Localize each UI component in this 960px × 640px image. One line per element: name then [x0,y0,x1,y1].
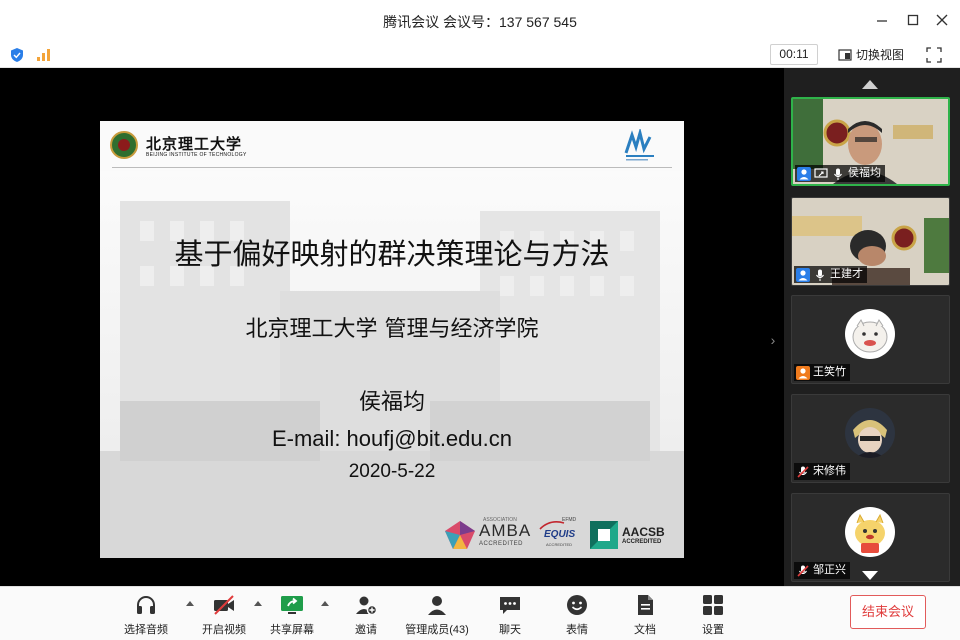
participant-tile[interactable]: 宋修伟 [791,394,950,483]
share-options-caret-icon[interactable] [321,601,329,606]
participant-avatar [845,309,895,359]
bit-logo-english: BEIJING INSTITUTE OF TECHNOLOGY [146,152,247,158]
scroll-down-icon[interactable] [862,571,878,580]
fullscreen-icon[interactable] [926,47,942,63]
end-meeting-button[interactable]: 结束会议 [850,595,926,629]
settings-label: 设置 [702,624,724,636]
shield-icon[interactable] [10,47,24,63]
members-icon [428,596,446,615]
scroll-up-icon[interactable] [862,80,878,89]
documents-label: 文档 [634,624,656,636]
select-audio-button[interactable]: 选择音频 [118,593,174,637]
share-screen-button[interactable]: 共享屏幕 [266,593,318,637]
participants-video-panel: 侯福均 王建才 王笑竹 宋修伟 邹正兴 [784,68,960,586]
user-icon [796,267,810,282]
participant-name: 王建才 [830,268,863,280]
invite-button[interactable]: 邀请 [346,593,386,637]
mic-icon [813,268,827,282]
meeting-timer: 00:11 [770,44,818,65]
title-bar: 腾讯会议 会议号：137 567 545 [0,0,960,43]
participant-tile[interactable]: 王笑竹 [791,295,950,384]
camera-off-icon [214,595,234,615]
school-of-management-logo [624,129,654,161]
participant-nameplate: 王笑竹 [794,364,850,381]
close-icon[interactable] [934,12,950,28]
collapse-panel-chevron-icon[interactable]: › [767,332,779,348]
settings-button[interactable]: 设置 [693,593,733,637]
amba-accreditation-logo: ASSOCIATION AMBA ACCREDITED [443,517,535,551]
shared-screen-area: 北京理工大学 BEIJING INSTITUTE OF TECHNOLOGY 基… [0,68,784,586]
document-icon [638,595,653,615]
start-video-button[interactable]: 开启视频 [198,593,250,637]
switch-view-button[interactable]: 切换视图 [836,45,904,65]
slide-title: 基于偏好映射的群决策理论与方法 [174,237,610,271]
start-video-label: 开启视频 [202,624,246,636]
signal-icon[interactable] [36,48,52,62]
slide-author: 侯福均 [358,390,425,415]
amba-accredited-text: ACCREDITED [479,541,524,547]
participant-name: 王笑竹 [813,366,846,378]
settings-grid-icon [703,595,723,615]
aacsb-accreditation-logo: AACSB ACCREDITED [590,517,674,551]
user-icon [797,166,811,181]
participant-name: 侯福均 [848,167,881,179]
participant-tile[interactable]: 邹正兴 [791,493,950,582]
participant-avatar [845,507,895,557]
bit-seal-icon [110,131,138,159]
participant-name: 宋修伟 [813,465,846,477]
participant-nameplate: 邹正兴 [794,562,850,579]
status-bar: 00:11 切换视图 [0,43,960,68]
switch-view-label: 切换视图 [856,48,905,62]
presentation-slide: 北京理工大学 BEIJING INSTITUTE OF TECHNOLOGY 基… [100,121,684,558]
mic-muted-icon [796,465,810,479]
amba-text: AMBA [479,521,532,540]
select-audio-label: 选择音频 [124,624,168,636]
participant-nameplate: 王建才 [794,266,867,283]
minimize-icon[interactable] [874,12,890,28]
equis-top-text: EFMD [562,517,577,523]
reactions-button[interactable]: 表情 [557,593,597,637]
slide-header-divider [112,167,672,168]
maximize-icon[interactable] [905,12,921,28]
participant-tile[interactable]: 王建才 [791,197,950,286]
audio-options-caret-icon[interactable] [186,601,194,606]
aacsb-text: AACSB [622,525,665,539]
meeting-toolbar: 选择音频 开启视频 共享屏幕 邀请 管理成员(43) 聊天 表情 文档 设置 结… [0,586,960,640]
headset-icon [137,596,155,614]
documents-button[interactable]: 文档 [625,593,665,637]
invite-label: 邀请 [355,624,377,636]
chat-button[interactable]: 聊天 [490,593,530,637]
slide-affiliation: 北京理工大学 管理与经济学院 [245,317,539,342]
manage-members-label: 管理成员(43) [405,624,469,636]
slide-email: E-mail: houfj@bit.edu.cn [271,426,512,451]
equis-text: EQUIS [544,529,576,540]
participant-avatar [845,408,895,458]
slide-date: 2020-5-22 [348,461,436,482]
share-screen-label: 共享屏幕 [270,624,314,636]
participant-nameplate: 宋修伟 [794,463,850,480]
screen-share-icon [814,167,828,181]
switch-view-icon [838,48,852,62]
mic-icon [831,167,845,181]
reactions-label: 表情 [566,624,588,636]
equis-accredited-text: ACCREDITED [546,542,573,547]
participant-tile[interactable]: 侯福均 [791,97,950,186]
participant-nameplate: 侯福均 [795,165,885,182]
mic-muted-icon [796,564,810,578]
aacsb-accredited-text: ACCREDITED [622,539,662,545]
invite-user-icon [356,596,378,616]
share-screen-icon [281,596,303,614]
campus-background-image [100,171,684,558]
chat-icon [500,597,520,614]
window-title: 腾讯会议 会议号：137 567 545 [383,14,577,30]
manage-members-button[interactable]: 管理成员(43) [402,593,472,637]
bit-logo-name: 北京理工大学 [146,135,243,153]
chat-label: 聊天 [499,624,521,636]
video-options-caret-icon[interactable] [254,601,262,606]
bit-logo: 北京理工大学 BEIJING INSTITUTE OF TECHNOLOGY [110,131,250,161]
participant-name: 邹正兴 [813,564,846,576]
user-icon [796,365,810,380]
equis-accreditation-logo: EFMD EQUIS ACCREDITED [538,517,584,551]
emoji-icon [567,595,587,615]
